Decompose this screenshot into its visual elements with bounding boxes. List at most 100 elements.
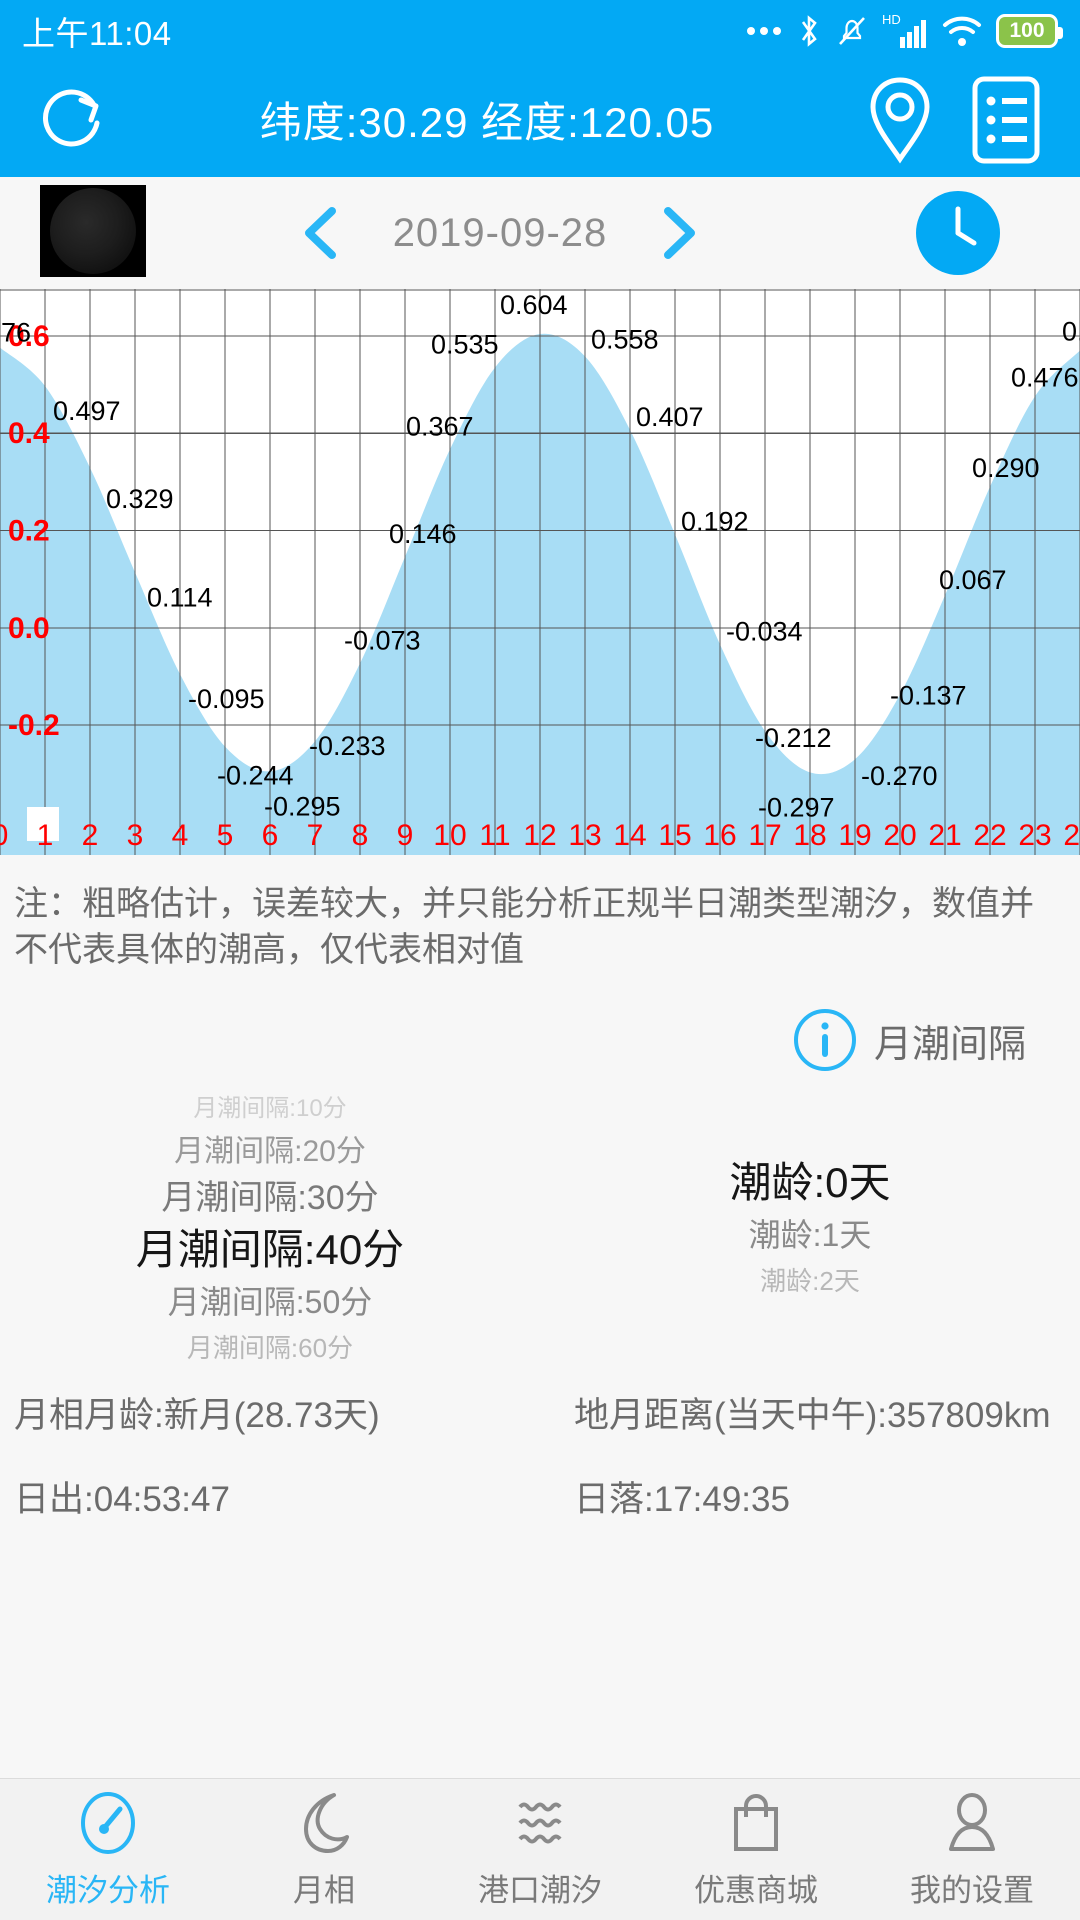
chevron-right-icon[interactable] bbox=[655, 206, 701, 260]
chart-point-label: -0.297 bbox=[758, 792, 835, 822]
tide-chart[interactable]: 0.60.40.20.0-0.25760.4970.3290.114-0.095… bbox=[0, 289, 1080, 855]
nav-item-shop[interactable]: 优惠商城 bbox=[648, 1789, 864, 1910]
chart-point-label: 0.558 bbox=[591, 324, 659, 354]
menu-button[interactable] bbox=[958, 72, 1054, 168]
x-axis-tick: 17 bbox=[748, 819, 781, 852]
y-axis-tick: 0.0 bbox=[8, 612, 50, 645]
y-axis-tick: 0.2 bbox=[8, 515, 50, 548]
bluetooth-icon bbox=[801, 15, 817, 47]
moon-disc-icon bbox=[50, 188, 136, 274]
nav-label: 港口潮汐 bbox=[478, 1873, 602, 1908]
info-row: 月潮间隔 bbox=[0, 983, 1080, 1079]
sunset-time: 日落:17:49:35 bbox=[574, 1480, 790, 1520]
picker-option[interactable]: 月潮间隔:60分 bbox=[187, 1326, 353, 1370]
page-title: 纬度:30.29 经度:120.05 bbox=[259, 99, 715, 146]
chart-point-label: 0.114 bbox=[147, 582, 213, 612]
x-axis-tick: 8 bbox=[352, 819, 369, 852]
picker-option[interactable]: 潮龄:2天 bbox=[760, 1259, 860, 1303]
picker-option[interactable]: 月潮间隔:30分 bbox=[161, 1174, 378, 1222]
nav-item-tide-analysis[interactable]: 潮汐分析 bbox=[0, 1789, 216, 1910]
time-picker-button[interactable] bbox=[916, 191, 1000, 275]
chart-point-label: -0.233 bbox=[309, 731, 386, 761]
chart-point-label: 0.367 bbox=[406, 411, 474, 441]
info-circle-icon[interactable] bbox=[792, 1007, 858, 1073]
current-date[interactable]: 2019-09-28 bbox=[393, 211, 608, 256]
status-time: 上午11:04 bbox=[22, 15, 172, 52]
x-axis-tick: 6 bbox=[262, 819, 279, 852]
chart-point-label: -0.270 bbox=[861, 761, 938, 791]
picker-option[interactable]: 月潮间隔:10分 bbox=[193, 1088, 346, 1130]
chart-point-label: -0.034 bbox=[726, 616, 803, 646]
shopping-bag-icon bbox=[734, 1794, 778, 1851]
chart-point-label: 0.604 bbox=[500, 290, 568, 320]
nav-label: 月相 bbox=[293, 1873, 355, 1908]
y-axis-tick: -0.2 bbox=[8, 709, 60, 742]
chart-point-label: 0.067 bbox=[939, 565, 1007, 595]
hd-signal-icon: HD bbox=[882, 12, 926, 48]
location-pin-icon bbox=[870, 76, 930, 164]
chart-point-label: 0.329 bbox=[106, 484, 174, 514]
nav-item-port-tide[interactable]: 港口潮汐 bbox=[432, 1789, 648, 1910]
nav-item-moon-phase[interactable]: 月相 bbox=[216, 1789, 432, 1910]
x-axis-tick: 22 bbox=[973, 819, 1006, 852]
chart-point-label: 0.5 bbox=[1062, 317, 1080, 347]
picker-option-selected[interactable]: 潮龄:0天 bbox=[729, 1155, 890, 1211]
chart-point-label: -0.137 bbox=[890, 681, 967, 711]
nav-label: 优惠商城 bbox=[694, 1873, 818, 1908]
x-axis-tick: 9 bbox=[397, 819, 414, 852]
x-axis-tick: 23 bbox=[1018, 819, 1051, 852]
picker-option-selected[interactable]: 月潮间隔:40分 bbox=[136, 1222, 404, 1278]
chart-point-label: -0.212 bbox=[755, 723, 832, 753]
x-axis-tick: 20 bbox=[883, 819, 916, 852]
x-axis-tick: 21 bbox=[928, 819, 961, 852]
x-axis-tick: 24 bbox=[1063, 819, 1080, 852]
bottom-nav: 潮汐分析 月相 港口潮汐 优惠商城 我的设置 bbox=[0, 1778, 1080, 1920]
person-icon bbox=[949, 1793, 995, 1851]
tide-chart-svg: 0.60.40.20.0-0.25760.4970.3290.114-0.095… bbox=[0, 289, 1080, 855]
chart-point-label: 0.535 bbox=[431, 330, 499, 360]
info-button-label[interactable]: 月潮间隔 bbox=[874, 1013, 1026, 1068]
moon-icon bbox=[304, 1793, 349, 1853]
picker-option[interactable]: 潮龄:1天 bbox=[749, 1211, 872, 1259]
x-axis-tick: 2 bbox=[82, 819, 99, 852]
chart-point-label: -0.295 bbox=[264, 791, 341, 821]
picker-wheels: 月潮间隔:10分 月潮间隔:20分 月潮间隔:30分 月潮间隔:40分 月潮间隔… bbox=[0, 1079, 1080, 1379]
mute-bell-icon bbox=[839, 17, 865, 45]
picker-option[interactable]: 月潮间隔:50分 bbox=[168, 1278, 373, 1326]
chart-point-label: -0.095 bbox=[188, 684, 265, 714]
location-button[interactable] bbox=[852, 72, 948, 168]
chevron-left-icon[interactable] bbox=[299, 206, 345, 260]
refresh-button[interactable] bbox=[26, 72, 122, 168]
nav-label: 潮汐分析 bbox=[46, 1873, 170, 1908]
nav-item-settings[interactable]: 我的设置 bbox=[864, 1789, 1080, 1910]
picker-tide-age[interactable]: 潮龄:0天 潮龄:1天 潮龄:2天 bbox=[540, 1079, 1080, 1379]
clock-icon bbox=[918, 193, 998, 273]
app-root: 上午11:04 HD 100 纬度:30.29 经度:120.05 2019-0… bbox=[0, 0, 1080, 1920]
refresh-icon bbox=[43, 89, 100, 146]
wifi-icon bbox=[943, 16, 981, 46]
app-bar: 纬度:30.29 经度:120.05 bbox=[0, 62, 1080, 177]
x-axis-tick: 13 bbox=[568, 819, 601, 852]
chart-note: 注：粗略估计，误差较大，并只能分析正规半日潮类型潮汐，数值并不代表具体的潮高，仅… bbox=[14, 885, 1034, 970]
sunrise-time: 日出:04:53:47 bbox=[14, 1480, 230, 1520]
x-axis-tick: 0 bbox=[0, 819, 8, 852]
moon-phase-age: 月相月龄:新月(28.73天) bbox=[14, 1396, 380, 1436]
picker-moon-tide-interval[interactable]: 月潮间隔:10分 月潮间隔:20分 月潮间隔:30分 月潮间隔:40分 月潮间隔… bbox=[0, 1079, 540, 1379]
picker-option[interactable]: 月潮间隔:20分 bbox=[174, 1130, 366, 1174]
chart-point-label: 0.476 bbox=[1011, 362, 1079, 392]
battery-icon: 100 bbox=[996, 14, 1063, 48]
battery-level: 100 bbox=[1009, 19, 1045, 42]
y-axis-tick: 0.4 bbox=[8, 417, 50, 450]
x-axis-tick: 11 bbox=[479, 819, 510, 852]
chart-point-label: 0.497 bbox=[53, 396, 121, 426]
moon-phase-thumbnail[interactable] bbox=[40, 185, 146, 277]
detail-row-moon: 月相月龄:新月(28.73天) 地月距离(当天中午):357809km bbox=[0, 1379, 1080, 1453]
x-axis-tick: 7 bbox=[307, 819, 324, 852]
date-navigation-row: 2019-09-28 bbox=[0, 177, 1080, 289]
status-bar: 上午11:04 HD 100 bbox=[0, 0, 1080, 62]
chart-point-label: 0.290 bbox=[972, 453, 1040, 483]
date-center: 2019-09-28 bbox=[299, 206, 702, 260]
chart-point-label: -0.244 bbox=[217, 761, 294, 791]
list-menu-icon bbox=[972, 76, 1040, 163]
chart-point-label: 576 bbox=[0, 318, 31, 348]
